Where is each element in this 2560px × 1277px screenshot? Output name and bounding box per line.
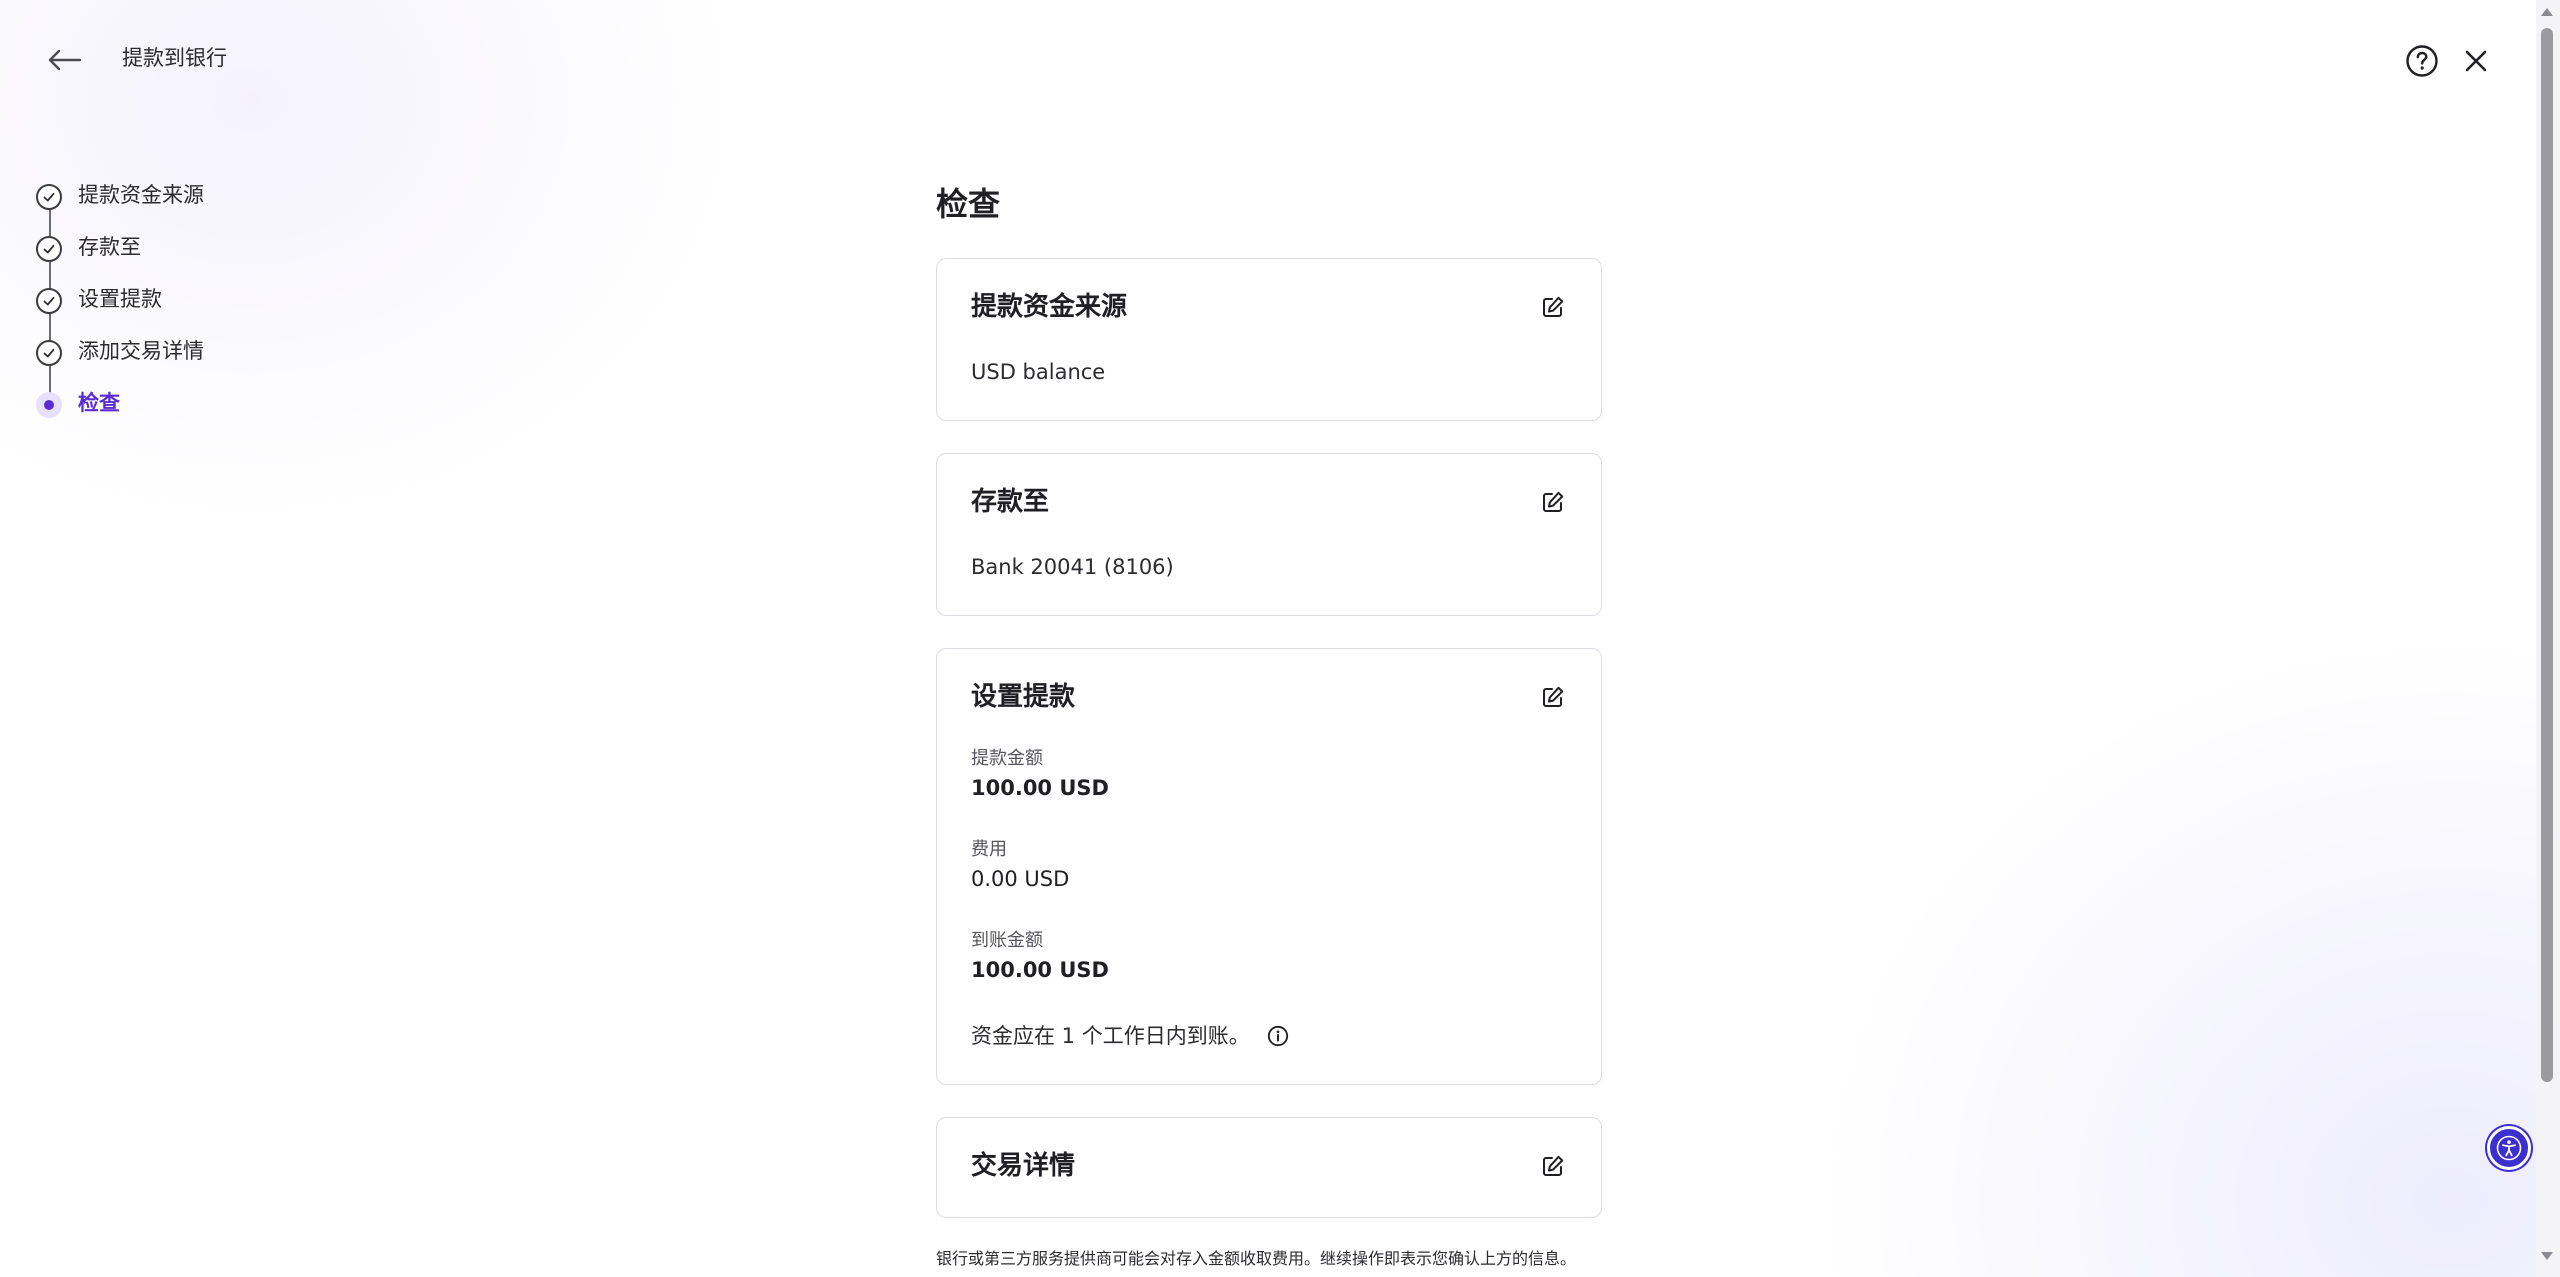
check-icon (36, 184, 62, 210)
source-value: USD balance (971, 360, 1106, 384)
received-amount-label: 到账金额 (971, 930, 1043, 951)
edit-source-button[interactable] (1539, 293, 1567, 321)
deposit-card: 存款至 Bank 20041 (8106) (936, 453, 1602, 616)
arrival-estimate-text: 资金应在 1 个工作日内到账。 (971, 1024, 1250, 1048)
edit-icon (1543, 491, 1564, 512)
withdrawal-amount-value: 100.00 USD (971, 776, 1109, 800)
edit-icon (1543, 1155, 1564, 1176)
step-setup-withdrawal[interactable]: 设置提款 (36, 287, 336, 340)
step-label: 添加交易详情 (78, 339, 204, 363)
edit-setup-button[interactable] (1539, 683, 1567, 711)
scroll-down-arrow-icon[interactable] (2541, 1252, 2553, 1260)
source-card-title: 提款资金来源 (971, 292, 1128, 322)
close-button[interactable] (2458, 43, 2494, 79)
transaction-details-card: 交易详情 (936, 1117, 1602, 1218)
received-amount-value: 100.00 USD (971, 958, 1109, 982)
check-icon (36, 288, 62, 314)
withdrawal-amount-label: 提款金额 (971, 748, 1043, 769)
fee-disclaimer: 银行或第三方服务提供商可能会对存入金额收取费用。继续操作即表示您确认上方的信息。 (936, 1249, 1577, 1268)
progress-stepper: 提款资金来源 存款至 设置提款 添加交易详情 检查 (36, 183, 336, 444)
page-title: 检查 (936, 185, 1001, 223)
info-icon[interactable] (1266, 1024, 1290, 1048)
step-label: 设置提款 (78, 287, 162, 311)
question-circle-icon (2406, 45, 2438, 77)
check-icon (36, 340, 62, 366)
edit-deposit-button[interactable] (1539, 488, 1567, 516)
step-label: 检查 (78, 391, 120, 415)
arrival-estimate: 资金应在 1 个工作日内到账。 (971, 1021, 1290, 1051)
step-label: 提款资金来源 (78, 183, 204, 207)
fee-label: 费用 (971, 839, 1007, 860)
accessibility-icon (2496, 1135, 2522, 1161)
edit-transaction-details-button[interactable] (1539, 1152, 1567, 1180)
close-icon (2465, 50, 2487, 72)
step-label: 存款至 (78, 235, 141, 259)
scroll-up-arrow-icon[interactable] (2541, 8, 2553, 16)
step-transaction-details[interactable]: 添加交易详情 (36, 339, 336, 392)
arrow-left-icon (48, 49, 81, 71)
back-button[interactable] (44, 44, 84, 76)
fee-value: 0.00 USD (971, 867, 1070, 891)
step-review: 检查 (36, 391, 336, 444)
current-step-dot-icon (36, 392, 62, 418)
check-icon (36, 236, 62, 262)
accessibility-button[interactable] (2487, 1126, 2531, 1170)
edit-icon (1543, 296, 1564, 317)
setup-card: 设置提款 提款金额 100.00 USD 费用 0.00 USD 到账金额 10… (936, 648, 1602, 1085)
transaction-details-title: 交易详情 (971, 1151, 1076, 1181)
deposit-value: Bank 20041 (8106) (971, 555, 1174, 579)
help-button[interactable] (2404, 43, 2440, 79)
step-source[interactable]: 提款资金来源 (36, 183, 336, 236)
source-card: 提款资金来源 USD balance (936, 258, 1602, 421)
page-scrollbar[interactable] (2536, 0, 2560, 1277)
step-deposit-to[interactable]: 存款至 (36, 235, 336, 288)
edit-icon (1543, 686, 1564, 707)
setup-card-title: 设置提款 (971, 682, 1076, 712)
deposit-card-title: 存款至 (971, 487, 1050, 517)
page-header-title: 提款到银行 (122, 46, 227, 70)
scrollbar-thumb[interactable] (2541, 28, 2553, 1082)
